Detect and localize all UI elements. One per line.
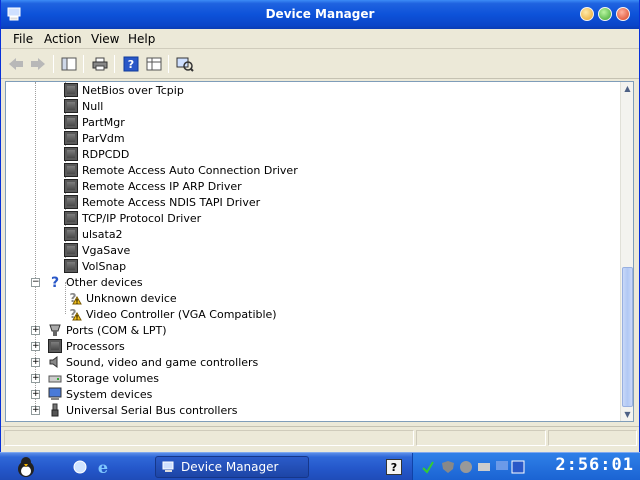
device-icon [64, 179, 78, 193]
tree-category-storage[interactable]: Storage volumes [48, 370, 159, 386]
properties-view-icon[interactable] [59, 54, 79, 74]
device-manager-window: Device Manager File Action View Help ? N… [0, 0, 640, 452]
speaker-icon [49, 356, 58, 368]
device-icon [64, 211, 78, 225]
device-icon [64, 195, 78, 209]
system-icon [48, 387, 62, 400]
disk-tray-icon[interactable] [459, 460, 473, 474]
status-cell-3 [548, 430, 637, 446]
menu-action[interactable]: Action [44, 32, 82, 46]
tree-category-processors[interactable]: Processors [48, 338, 125, 354]
svg-text:?: ? [51, 275, 59, 289]
shield-tray-icon[interactable] [441, 460, 455, 474]
tree-category-other-devices[interactable]: ? Other devices [48, 274, 143, 290]
scroll-down-arrow-icon[interactable]: ▼ [621, 408, 633, 421]
minimize-button[interactable] [580, 7, 594, 21]
expand-toggle[interactable]: + [31, 342, 40, 351]
help-tray-icon[interactable]: ? [386, 459, 402, 475]
svg-text:!: ! [76, 315, 79, 322]
tree-item-driver[interactable]: VolSnap [64, 258, 126, 274]
svg-text:e: e [98, 458, 108, 476]
scan-hardware-icon[interactable] [175, 54, 195, 74]
warning-device-icon: ?! [70, 307, 82, 322]
details-view-icon[interactable] [144, 54, 164, 74]
warning-device-icon: ?! [70, 291, 82, 306]
device-icon [64, 163, 78, 177]
close-button[interactable] [616, 7, 630, 21]
tree-item-driver[interactable]: PartMgr [64, 114, 125, 130]
question-mark-icon: ? [51, 275, 59, 289]
scroll-thumb[interactable] [622, 267, 633, 407]
maximize-button[interactable] [598, 7, 612, 21]
expand-toggle[interactable]: + [31, 358, 40, 367]
tree-item-driver[interactable]: Null [64, 98, 103, 114]
system-tray: 2:56:01 [412, 453, 640, 480]
tree-item-driver[interactable]: ParVdm [64, 130, 125, 146]
toolbar: ? [1, 49, 639, 79]
tree-item-driver[interactable]: ulsata2 [64, 226, 123, 242]
expand-toggle[interactable]: + [31, 390, 40, 399]
svg-text:?: ? [128, 58, 134, 71]
tree-item-video-controller[interactable]: ?! Video Controller (VGA Compatible) [68, 306, 277, 322]
start-button[interactable] [0, 453, 52, 480]
print-icon[interactable] [90, 54, 110, 74]
menu-help[interactable]: Help [128, 32, 155, 46]
device-icon [64, 83, 78, 97]
taskbar-item-device-manager[interactable]: Device Manager [155, 456, 309, 478]
tree-category-system[interactable]: System devices [48, 386, 152, 402]
storage-icon [48, 375, 62, 383]
forward-arrow-icon[interactable] [28, 54, 48, 74]
penguin-icon [18, 457, 34, 477]
menu-view[interactable]: View [91, 32, 119, 46]
monitor-tray-icon[interactable] [511, 460, 525, 474]
port-icon [49, 324, 61, 336]
safely-remove-tray-icon[interactable] [477, 460, 491, 474]
vertical-scrollbar[interactable]: ▲ ▼ [620, 82, 633, 421]
tree-item-driver[interactable]: Remote Access IP ARP Driver [64, 178, 242, 194]
processor-icon [48, 339, 62, 353]
usb-icon [51, 403, 59, 417]
device-icon [64, 227, 78, 241]
expand-toggle[interactable]: + [31, 326, 40, 335]
tree-category-ports[interactable]: Ports (COM & LPT) [48, 322, 167, 338]
computer-icon [162, 461, 174, 472]
menu-file[interactable]: File [13, 32, 33, 46]
title-bar[interactable]: Device Manager [1, 0, 639, 29]
tree-item-driver[interactable]: RDPCDD [64, 146, 129, 162]
tree-item-driver[interactable]: VgaSave [64, 242, 130, 258]
internet-explorer-icon[interactable]: e [94, 458, 112, 476]
back-arrow-icon[interactable] [6, 54, 26, 74]
scroll-up-arrow-icon[interactable]: ▲ [621, 82, 633, 95]
device-icon [64, 243, 78, 257]
expand-toggle[interactable]: + [31, 406, 40, 415]
tree-item-unknown-device[interactable]: ?! Unknown device [68, 290, 177, 306]
device-icon [64, 259, 78, 273]
device-icon [64, 147, 78, 161]
status-bar [1, 426, 639, 448]
device-icon [64, 131, 78, 145]
collapse-toggle[interactable]: − [31, 278, 40, 287]
taskbar: e Device Manager ? 2:56:01 [0, 452, 640, 480]
clock: 2:56:01 [555, 455, 634, 475]
device-icon [64, 99, 78, 113]
status-cell-main [4, 430, 414, 446]
svg-text:!: ! [76, 299, 79, 306]
expand-toggle[interactable]: + [31, 374, 40, 383]
window-title: Device Manager [265, 7, 375, 21]
tree-item-driver[interactable]: TCP/IP Protocol Driver [64, 210, 201, 226]
tree-item-driver[interactable]: Remote Access Auto Connection Driver [64, 162, 298, 178]
tree-item-driver[interactable]: Remote Access NDIS TAPI Driver [64, 194, 260, 210]
device-icon [64, 115, 78, 129]
status-cell-2 [416, 430, 546, 446]
network-tray-icon[interactable] [421, 460, 435, 474]
help-icon[interactable]: ? [121, 54, 141, 74]
tree-item-driver[interactable]: NetBios over Tcpip [64, 82, 184, 98]
quicklaunch-icon[interactable] [72, 459, 88, 475]
menu-bar: File Action View Help [1, 29, 639, 49]
tree-category-usb[interactable]: Universal Serial Bus controllers [48, 402, 237, 418]
device-tree[interactable]: NetBios over Tcpip Null PartMgr ParVdm R… [5, 81, 634, 422]
tree-category-sound[interactable]: Sound, video and game controllers [48, 354, 258, 370]
display-tray-icon[interactable] [495, 460, 509, 474]
